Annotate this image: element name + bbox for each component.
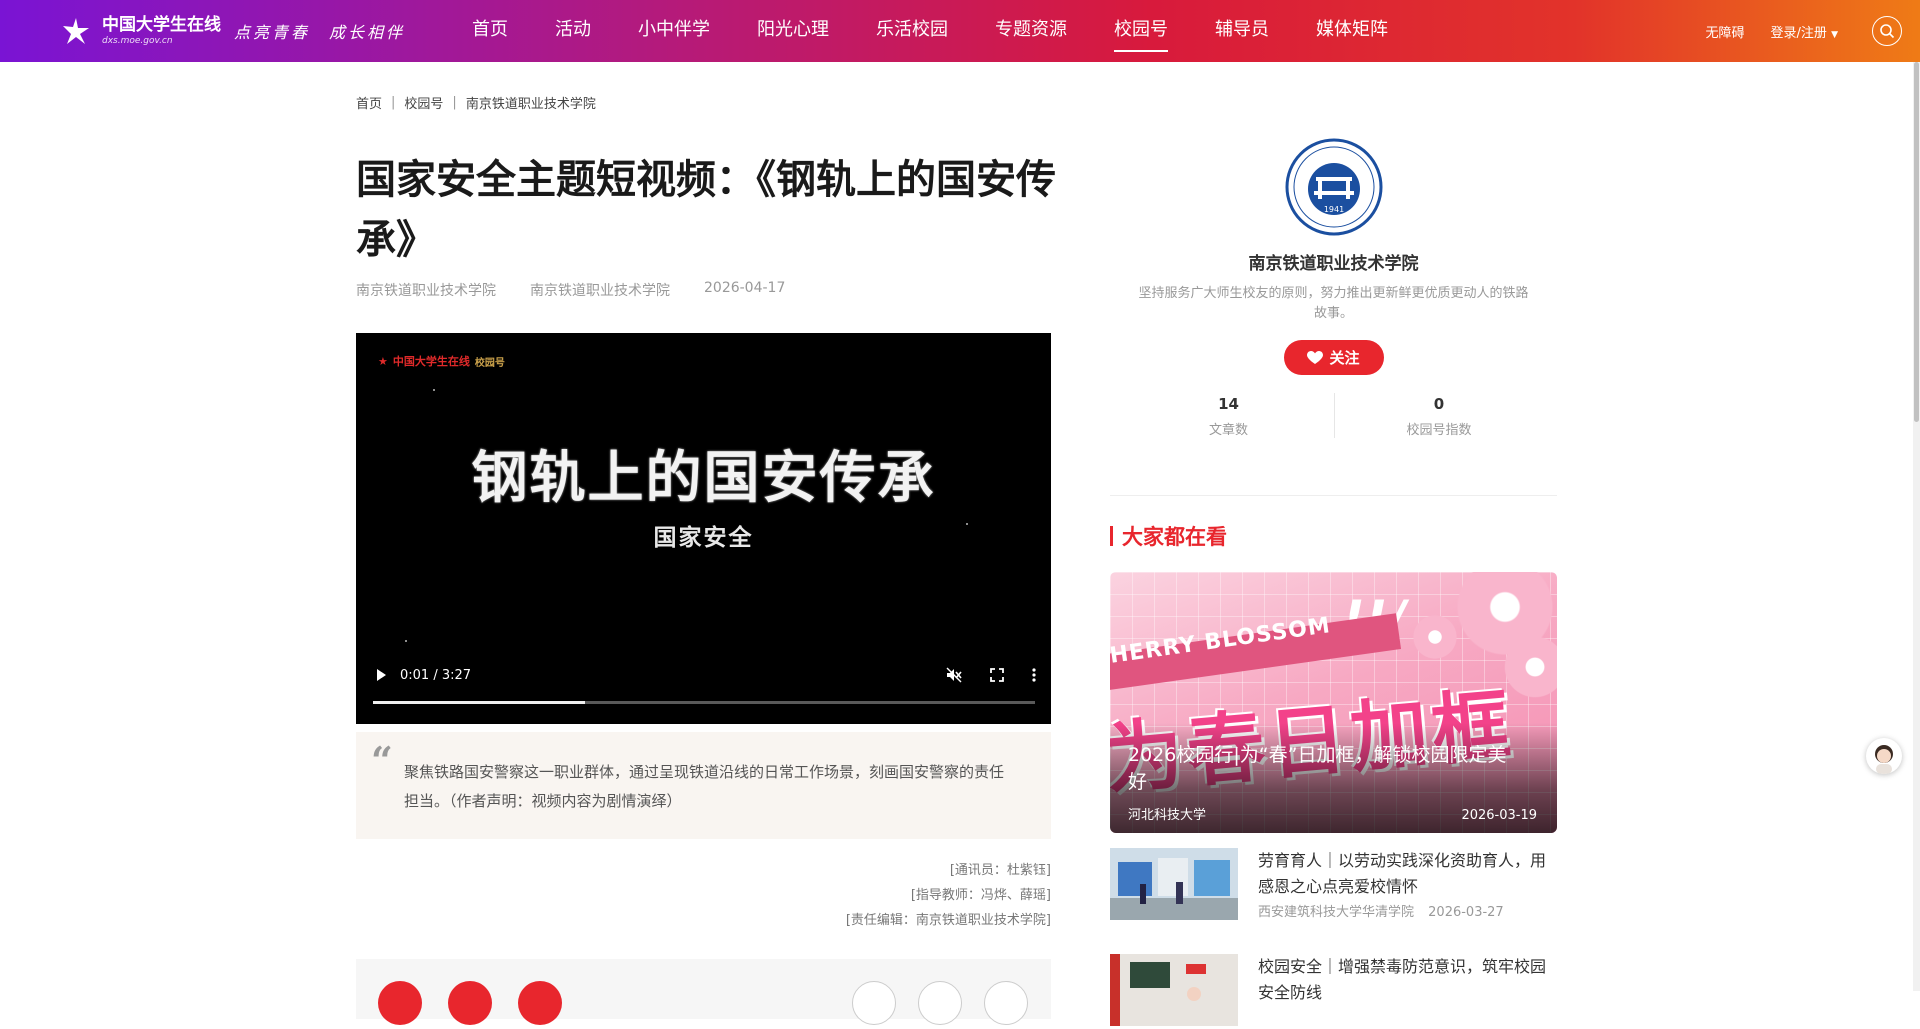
article-credits: [通讯员：杜紫钰] [指导教师：冯烨、薛瑶] [责任编辑：南京铁道职业技术学院]: [846, 858, 1051, 933]
credit-editor: [责任编辑：南京铁道职业技术学院]: [845, 913, 1051, 928]
muted-volume-icon[interactable]: [945, 666, 963, 684]
nav-counselors[interactable]: 辅导员: [1215, 0, 1269, 62]
video-watermark-sub: 校园号: [474, 357, 505, 369]
heart-icon: [1307, 350, 1324, 364]
search-icon: [1880, 24, 1895, 39]
video-progress-fill: [373, 701, 585, 704]
article-summary: “ 聚焦铁路国安警察这一职业群体，通过呈现铁道沿线的日常工作场景，刻画国安警察的…: [356, 732, 1051, 839]
news-source: 西安建筑科技大学华清学院: [1258, 905, 1415, 920]
credit-correspondent: [通讯员：杜紫钰]: [949, 863, 1051, 878]
video-watermark: ★ 中国大学生在线 校园号: [378, 353, 505, 369]
favorite-button[interactable]: [448, 981, 492, 1025]
popular-hero-card[interactable]: !!/ HERRY BLOSSOM 为春日加框 2026校园行|为“春”日加框，…: [1110, 572, 1557, 833]
fullscreen-icon[interactable]: [989, 667, 1005, 683]
share-wechat-button[interactable]: [852, 981, 896, 1025]
stat-index-label: 校园号指数: [1406, 423, 1472, 438]
more-options-icon[interactable]: [1031, 667, 1037, 683]
stat-index-num: 0: [1433, 395, 1445, 413]
list-item[interactable]: 劳育育人｜以劳动实践深化资助育人，用感恩之心点亮爱校情怀 西安建筑科技大学华清学…: [1110, 848, 1557, 923]
article-source: 南京铁道职业技术学院: [530, 283, 670, 299]
news-thumbnail: [1110, 848, 1238, 920]
follow-button[interactable]: 关注: [1283, 340, 1384, 375]
video-controls: 0:01 / 3:27: [356, 662, 1051, 688]
scrollbar-thumb[interactable]: [1914, 62, 1919, 422]
login-register-menu[interactable]: 登录/注册 ▼: [1771, 22, 1838, 41]
breadcrumb-home[interactable]: 首页: [356, 93, 382, 112]
nav-study-companion[interactable]: 小中伴学: [638, 0, 710, 62]
slogan: 点亮青春 成长相伴: [234, 23, 406, 42]
stat-index: 0 校园号指数: [1333, 393, 1544, 438]
video-frame-title: 钢轨上的国安传承: [471, 445, 936, 511]
video-watermark-star-icon: ★: [378, 354, 388, 368]
site-logo[interactable]: 中国大学生在线 dxs.moe.gov.cn: [60, 14, 221, 48]
share-bar: [356, 959, 1051, 1025]
video-player[interactable]: ★ 中国大学生在线 校园号 钢轨上的国安传承 国家安全 0:01 / 3:27: [356, 333, 1051, 724]
nav-activities[interactable]: 活动: [555, 0, 591, 62]
main-nav: 首页 活动 小中伴学 阳光心理 乐活校园 专题资源 校园号 辅导员 媒体矩阵: [472, 0, 1435, 62]
hero-caption: 2026校园行|为“春”日加框，解锁校园限定美好: [1128, 744, 1507, 793]
breadcrumb: 首页 | 校园号 | 南京铁道职业技术学院: [356, 93, 596, 112]
news-thumbnail: [1110, 954, 1238, 1026]
news-title: 校园安全｜增强禁毒防范意识，筑牢校园安全防线: [1258, 957, 1547, 1002]
stat-articles-num: 14: [1218, 395, 1239, 413]
summary-text: 聚焦铁路国安警察这一职业群体，通过呈现铁道沿线的日常工作场景，刻画国安警察的责任…: [404, 763, 1005, 810]
logo-star-icon: [60, 16, 92, 46]
nav-home[interactable]: 首页: [472, 0, 508, 62]
nav-campus-account[interactable]: 校园号: [1114, 0, 1168, 62]
school-description: 坚持服务广大师生校友的原则，努力推出更新鲜更优质更动人的铁路故事。: [1138, 286, 1529, 321]
video-frame-subtitle: 国家安全: [653, 524, 754, 551]
stat-articles-label: 文章数: [1208, 423, 1248, 438]
top-header: 中国大学生在线 dxs.moe.gov.cn 点亮青春 成长相伴 首页 活动 小…: [0, 0, 1920, 62]
credit-advisor: [指导教师：冯烨、薛瑶]: [910, 888, 1051, 903]
nav-psychology[interactable]: 阳光心理: [757, 0, 829, 62]
assistant-avatar[interactable]: [1866, 738, 1902, 774]
play-icon[interactable]: [374, 668, 388, 682]
caret-down-icon: ▼: [1831, 29, 1838, 40]
accessibility-link[interactable]: 无障碍: [1706, 22, 1745, 41]
school-logo[interactable]: 1941: [1284, 137, 1384, 237]
popular-section-title: 大家都在看: [1110, 521, 1227, 551]
school-card: 1941 南京铁道职业技术学院 坚持服务广大师生校友的原则，努力推出更新鲜更优质…: [1110, 130, 1557, 438]
video-watermark-text: 中国大学生在线: [392, 355, 470, 368]
like-button[interactable]: [378, 981, 422, 1025]
breadcrumb-campus-account[interactable]: 校园号: [404, 93, 443, 112]
school-stats: 14 文章数 0 校园号指数: [1110, 393, 1557, 438]
page-scrollbar[interactable]: [1913, 62, 1920, 991]
quote-mark-icon: “: [371, 738, 393, 783]
search-button[interactable]: [1872, 16, 1902, 46]
breadcrumb-separator: |: [452, 95, 457, 110]
follow-label: 关注: [1329, 349, 1360, 367]
article-author: 南京铁道职业技术学院: [356, 283, 496, 299]
comment-button[interactable]: [518, 981, 562, 1025]
video-progress-bar[interactable]: [373, 701, 1035, 704]
list-item[interactable]: 校园安全｜增强禁毒防范意识，筑牢校园安全防线: [1110, 954, 1557, 1029]
school-logo-year: 1941: [1323, 205, 1343, 214]
article-meta: 南京铁道职业技术学院 南京铁道职业技术学院 2026-04-17: [356, 280, 819, 300]
nav-media-matrix[interactable]: 媒体矩阵: [1316, 0, 1388, 62]
hero-date: 2026-03-19: [1461, 808, 1537, 823]
stat-articles: 14 文章数: [1124, 393, 1334, 438]
breadcrumb-school[interactable]: 南京铁道职业技术学院: [466, 93, 596, 112]
breadcrumb-separator: |: [391, 95, 396, 110]
share-weibo-button[interactable]: [918, 981, 962, 1025]
login-label: 登录/注册: [1770, 25, 1827, 41]
sidebar-divider: [1110, 495, 1557, 496]
nav-campus-life[interactable]: 乐活校园: [876, 0, 948, 62]
news-title: 劳育育人｜以劳动实践深化资助育人，用感恩之心点亮爱校情怀: [1258, 851, 1547, 896]
article-title: 国家安全主题短视频：《钢轨上的国安传承》: [356, 157, 1056, 263]
school-name[interactable]: 南京铁道职业技术学院: [1110, 249, 1557, 274]
article-date: 2026-04-17: [704, 280, 786, 296]
share-qq-button[interactable]: [984, 981, 1028, 1025]
hero-source: 河北科技大学: [1128, 808, 1207, 823]
nav-topic-resources[interactable]: 专题资源: [995, 0, 1067, 62]
news-date: 2026-03-27: [1428, 905, 1504, 920]
logo-title: 中国大学生在线: [102, 14, 221, 35]
news-meta: 西安建筑科技大学华清学院 2026-03-27: [1258, 901, 1504, 920]
video-time: 0:01 / 3:27: [400, 667, 472, 683]
logo-url: dxs.moe.gov.cn: [102, 35, 173, 46]
